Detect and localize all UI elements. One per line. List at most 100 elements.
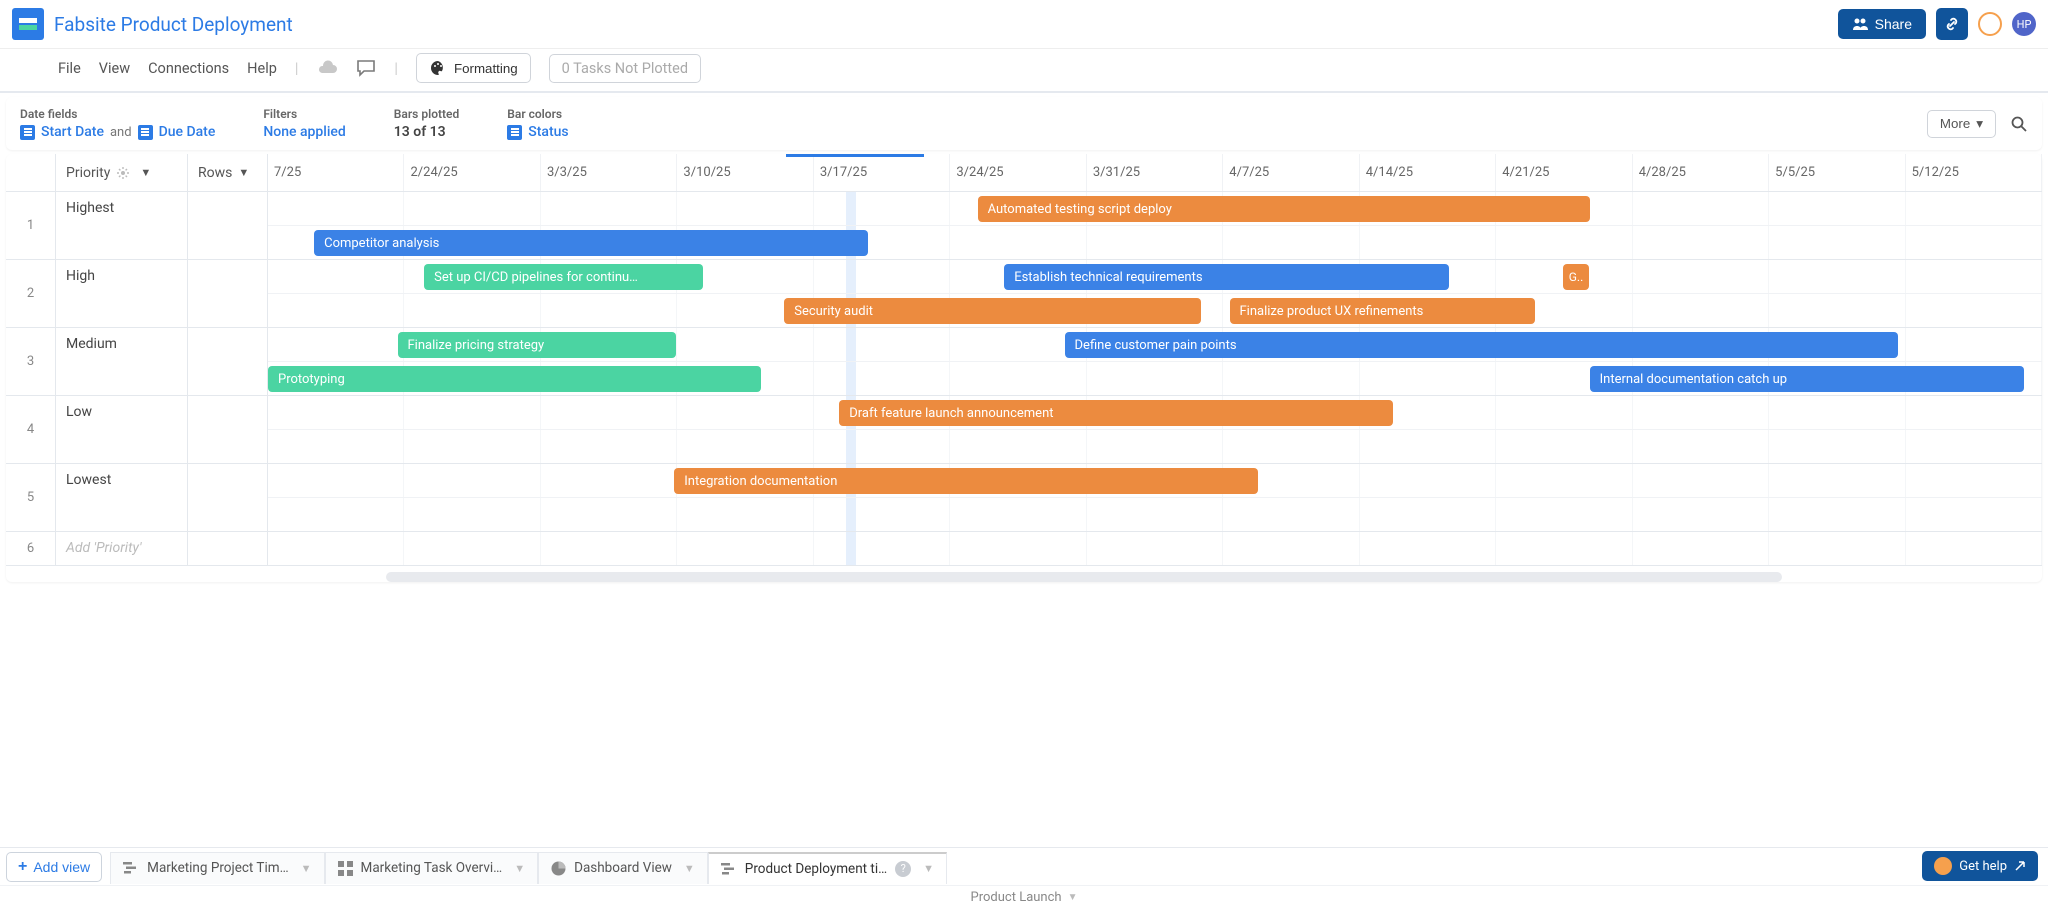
menu-connections[interactable]: Connections	[148, 60, 229, 77]
expand-icon	[2014, 860, 2026, 872]
tab-menu-icon[interactable]: ▼	[514, 862, 525, 875]
tasks-not-plotted-pill[interactable]: 0 Tasks Not Plotted	[549, 54, 701, 83]
priority-cell[interactable]: High	[56, 260, 188, 327]
document-title[interactable]: Fabsite Product Deployment	[54, 13, 293, 36]
rows-cell	[188, 532, 268, 565]
filters-block[interactable]: Filters None applied	[263, 107, 345, 140]
gantt-bar[interactable]: Finalize product UX refinements	[1230, 298, 1535, 324]
gantt-row: 6Add 'Priority'	[6, 532, 2042, 566]
date-field-icon	[138, 125, 153, 140]
app-logo[interactable]	[12, 8, 44, 40]
sheet-tab-label: Product Deployment ti…	[745, 861, 887, 877]
formatting-button[interactable]: Formatting	[416, 53, 531, 83]
add-view-button[interactable]: + Add view	[6, 852, 102, 882]
presence-avatar[interactable]	[1978, 12, 2002, 36]
menubar: File View Connections Help | | Formattin…	[0, 49, 2048, 93]
gantt-bar[interactable]: Establish technical requirements	[1004, 264, 1449, 290]
add-priority-placeholder[interactable]: Add 'Priority'	[56, 532, 188, 565]
start-date-link[interactable]: Start Date	[41, 124, 104, 140]
sheet-tab[interactable]: Marketing Task Overvi…▼	[325, 852, 539, 884]
gantt-chart: Priority ▼ Rows ▼ 7/252/24/253/3/253/10/…	[6, 154, 2042, 582]
gantt-row: 1Highest Automated testing script deploy C…	[6, 192, 2042, 260]
gantt-bar[interactable]: Internal documentation catch up	[1590, 366, 2025, 392]
menu-help[interactable]: Help	[247, 60, 277, 77]
chevron-down-icon[interactable]: ▼	[140, 166, 151, 179]
gantt-row: 2HighSet up CI/CD pipelines for continu……	[6, 260, 2042, 328]
tab-menu-icon[interactable]: ▼	[301, 862, 312, 875]
app-header: Fabsite Product Deployment Share HP	[0, 0, 2048, 49]
tab-menu-icon[interactable]: ▼	[923, 862, 934, 875]
chevron-down-icon: ▼	[1068, 892, 1078, 903]
timeline-cell[interactable]	[268, 532, 2042, 565]
date-column-header: 5/5/25	[1769, 154, 1905, 191]
timeline-cell[interactable]: Set up CI/CD pipelines for continu… Estab…	[268, 260, 2042, 327]
gantt-icon	[123, 861, 139, 875]
priority-cell[interactable]: Highest	[56, 192, 188, 259]
bar-colors-block[interactable]: Bar colors Status	[507, 107, 568, 140]
gantt-bar[interactable]: Set up CI/CD pipelines for continu…	[424, 264, 703, 290]
gantt-bar[interactable]: Draft feature launch announcement	[839, 400, 1392, 426]
footer-breadcrumb[interactable]: Product Launch ▼	[0, 885, 2048, 909]
date-field-icon	[20, 125, 35, 140]
priority-cell[interactable]: Medium	[56, 328, 188, 395]
timeline-date-header: 7/252/24/253/3/253/10/253/17/253/24/253/…	[268, 154, 2042, 191]
due-date-link[interactable]: Due Date	[159, 124, 216, 140]
gantt-bar[interactable]: Competitor analysis	[314, 230, 867, 256]
sheet-tab[interactable]: Dashboard View▼	[538, 852, 708, 884]
gantt-bar[interactable]: Integration documentation	[674, 468, 1258, 494]
date-column-header: 4/14/25	[1360, 154, 1496, 191]
row-number: 4	[6, 396, 56, 463]
gantt-bar[interactable]: Finalize pricing strategy	[398, 332, 677, 358]
sheet-tab[interactable]: Marketing Project Tim… ▼	[110, 852, 324, 884]
gantt-bar[interactable]: Prototyping	[268, 366, 761, 392]
priority-cell[interactable]: Low	[56, 396, 188, 463]
comments-icon[interactable]	[356, 59, 376, 77]
help-icon[interactable]: ?	[895, 861, 911, 877]
user-avatar[interactable]: HP	[2012, 12, 2036, 36]
share-button[interactable]: Share	[1838, 9, 1926, 39]
row-number: 1	[6, 192, 56, 259]
gantt-row: 5LowestIntegration documentation	[6, 464, 2042, 532]
config-strip: Date fields Start Date and Due Date Filt…	[6, 97, 2042, 150]
search-icon[interactable]	[2010, 115, 2028, 133]
gantt-bar[interactable]: Security audit	[784, 298, 1201, 324]
timeline-cell[interactable]: Integration documentation	[268, 464, 2042, 531]
date-column-header: 4/7/25	[1223, 154, 1359, 191]
priority-cell[interactable]: Lowest	[56, 464, 188, 531]
gantt-header: Priority ▼ Rows ▼ 7/252/24/253/3/253/10/…	[6, 154, 2042, 192]
plus-icon: +	[18, 858, 27, 876]
rows-cell	[188, 464, 268, 531]
copy-link-button[interactable]	[1936, 8, 1968, 40]
more-button[interactable]: More ▾	[1927, 110, 1996, 138]
rows-column-header[interactable]: Rows ▼	[188, 154, 268, 191]
chevron-down-icon: ▼	[238, 166, 249, 179]
pie-icon	[551, 861, 566, 876]
sheet-tab-label: Marketing Project Tim…	[147, 860, 288, 876]
menu-file[interactable]: File	[58, 60, 81, 77]
rows-cell	[188, 260, 268, 327]
tab-menu-icon[interactable]: ▼	[684, 862, 695, 875]
gantt-bar[interactable]: Define customer pain points	[1065, 332, 1899, 358]
rows-cell	[188, 396, 268, 463]
cloud-sync-icon[interactable]	[316, 60, 338, 76]
priority-column-header[interactable]: Priority ▼	[56, 154, 188, 191]
help-avatar-icon	[1934, 857, 1952, 875]
rows-cell	[188, 192, 268, 259]
date-fields-block[interactable]: Date fields Start Date and Due Date	[20, 107, 215, 140]
timeline-cell[interactable]: Draft feature launch announcement	[268, 396, 2042, 463]
timeline-cell[interactable]: Automated testing script deploy Competito…	[268, 192, 2042, 259]
menu-view[interactable]: View	[99, 60, 130, 77]
bars-plotted-block[interactable]: Bars plotted 13 of 13	[394, 107, 459, 140]
date-column-header: 3/24/25	[950, 154, 1086, 191]
gantt-row: 3MediumFinalize pricing strategyDefine c…	[6, 328, 2042, 396]
get-help-button[interactable]: Get help	[1922, 851, 2038, 881]
sheet-tab[interactable]: Product Deployment ti…? ▼	[708, 852, 947, 884]
timeline-cell[interactable]: Finalize pricing strategy Define customer…	[268, 328, 2042, 395]
horizontal-scrollbar[interactable]	[386, 572, 1782, 582]
date-column-header: 3/17/25	[814, 154, 950, 191]
gear-icon[interactable]	[116, 166, 130, 180]
gantt-row: 4Low Draft feature launch announcement	[6, 396, 2042, 464]
status-field-icon	[507, 125, 522, 140]
gantt-bar[interactable]: Automated testing script deploy	[978, 196, 1590, 222]
gantt-badge[interactable]: G..	[1563, 264, 1589, 290]
